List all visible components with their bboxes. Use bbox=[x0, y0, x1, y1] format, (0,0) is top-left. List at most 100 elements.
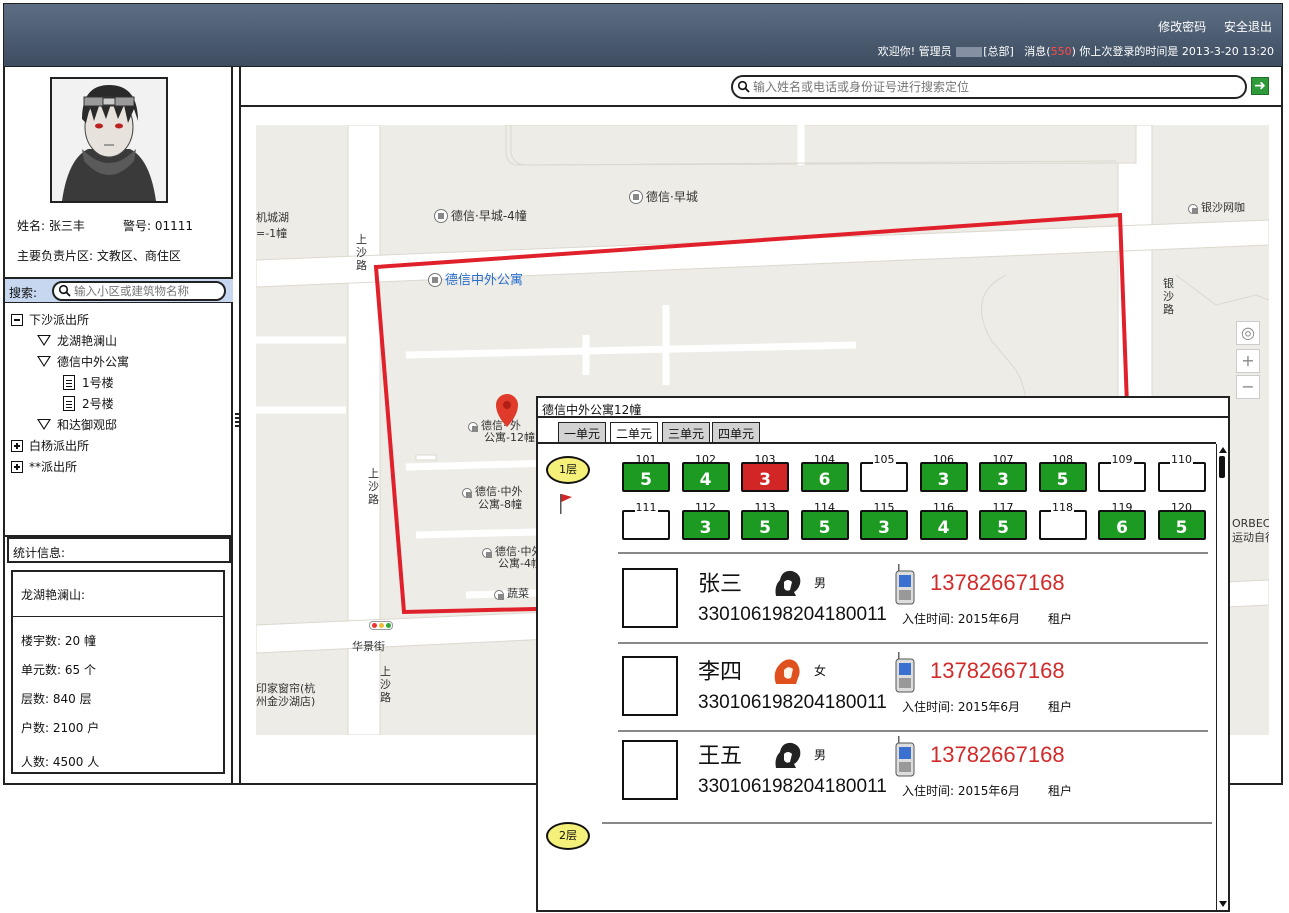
expand-icon[interactable] bbox=[11, 461, 23, 473]
resident-id-number: 330106198204180011 bbox=[698, 776, 887, 797]
resident-gender: 男 bbox=[814, 576, 827, 590]
room-cell[interactable]: 118 bbox=[1038, 501, 1087, 540]
resident-move-in: 入住时间: 2015年6月 bbox=[902, 612, 1021, 626]
tree-node-other-station[interactable]: **派出所 bbox=[11, 458, 77, 475]
expand-triangle-icon[interactable] bbox=[37, 335, 51, 346]
messages-link[interactable]: 消息(550) bbox=[1024, 45, 1076, 58]
room-cell[interactable]: 120 5 bbox=[1157, 502, 1206, 540]
map-poi[interactable]: 德信·早城 bbox=[629, 188, 698, 205]
room-cell[interactable]: 104 6 bbox=[800, 454, 849, 492]
locate-me-button[interactable]: ◎ bbox=[1236, 321, 1260, 345]
map-poi-highlight[interactable]: 德信中外公寓 bbox=[428, 269, 523, 288]
global-search-box[interactable] bbox=[731, 75, 1247, 99]
room-number: 101 bbox=[635, 453, 657, 466]
popup-scrollbar[interactable] bbox=[1216, 444, 1228, 910]
tree-node-baiyang-station[interactable]: 白杨派出所 bbox=[11, 437, 89, 454]
floor-1-badge[interactable]: 1层 bbox=[546, 456, 590, 484]
room-cell[interactable]: 117 5 bbox=[979, 502, 1027, 540]
map-poi[interactable]: 银沙网咖 bbox=[1188, 199, 1245, 215]
map-poi[interactable]: 蔬菜 bbox=[494, 585, 529, 601]
tree-node-building-1[interactable]: 1号楼 bbox=[63, 374, 114, 391]
resident-phone[interactable]: 13782667168 bbox=[930, 742, 1065, 768]
resident-phone[interactable]: 13782667168 bbox=[930, 658, 1065, 684]
tab-unit-1[interactable]: 一单元 bbox=[558, 422, 607, 442]
splitter-grip[interactable] bbox=[235, 413, 239, 429]
resident-row[interactable]: 李四 女 13782667168 330106198204180011 入住时间: 20… bbox=[618, 652, 1208, 738]
room-number: 107 bbox=[992, 453, 1014, 466]
room-number: 118 bbox=[1051, 501, 1074, 514]
resident-photo[interactable] bbox=[622, 568, 678, 628]
zoom-out-button[interactable]: − bbox=[1236, 375, 1260, 399]
tab-unit-2[interactable]: 二单元 bbox=[610, 422, 659, 444]
collapse-icon[interactable] bbox=[11, 314, 23, 326]
officer-area: 主要负责片区: 文教区、商住区 bbox=[17, 249, 181, 263]
mobile-phone-icon[interactable] bbox=[892, 652, 918, 694]
map-label: 运动自行 bbox=[1232, 531, 1269, 544]
room-cell[interactable]: 101 5 bbox=[622, 454, 670, 492]
room-occupant-count: 5 bbox=[997, 518, 1009, 538]
room-cell[interactable]: 105 bbox=[860, 453, 908, 492]
tab-unit-4[interactable]: 四单元 bbox=[712, 422, 761, 442]
tree-node-dexin[interactable]: 德信中外公寓 bbox=[37, 353, 129, 370]
expand-triangle-icon[interactable] bbox=[37, 356, 51, 367]
room-cell[interactable]: 113 5 bbox=[741, 502, 789, 540]
resident-photo[interactable] bbox=[622, 740, 678, 800]
resident-phone[interactable]: 13782667168 bbox=[930, 570, 1065, 596]
sidebar-search-box[interactable] bbox=[52, 281, 226, 301]
global-search-input[interactable] bbox=[753, 80, 1233, 94]
scroll-up-icon[interactable] bbox=[1219, 447, 1227, 453]
room-number: 113 bbox=[754, 501, 776, 514]
room-cell[interactable]: 106 3 bbox=[919, 454, 968, 492]
map-poi[interactable]: 德信·早城-4幢 bbox=[434, 207, 527, 224]
scroll-down-icon[interactable] bbox=[1219, 901, 1227, 907]
mobile-phone-icon[interactable] bbox=[892, 736, 918, 778]
room-number: 109 bbox=[1110, 453, 1134, 466]
room-cell[interactable]: 119 6 bbox=[1098, 502, 1146, 540]
zoom-in-button[interactable]: + bbox=[1236, 349, 1260, 373]
room-cell[interactable]: 102 4 bbox=[681, 454, 730, 492]
room-number: 120 bbox=[1171, 501, 1192, 514]
flag-icon[interactable] bbox=[558, 492, 574, 516]
road-label: 上沙路 bbox=[356, 233, 367, 272]
room-cell[interactable]: 112 3 bbox=[681, 502, 730, 540]
minus-icon: − bbox=[1241, 377, 1255, 396]
room-cell[interactable]: 103 3 bbox=[741, 454, 789, 492]
arrow-right-icon: ➜ bbox=[1254, 78, 1266, 94]
expand-icon[interactable] bbox=[11, 440, 23, 452]
tab-underline bbox=[538, 442, 1216, 444]
tree-node-heda[interactable]: 和达御观邸 bbox=[37, 416, 117, 433]
room-cell[interactable]: 108 5 bbox=[1038, 454, 1087, 492]
room-cell[interactable]: 111 bbox=[622, 501, 670, 540]
room-cell[interactable]: 110 bbox=[1157, 453, 1206, 492]
room-cell[interactable]: 107 3 bbox=[979, 454, 1027, 492]
floor-2-badge[interactable]: 2层 bbox=[546, 822, 590, 850]
road-label: 华景街 bbox=[352, 640, 385, 653]
tree-node-building-2[interactable]: 2号楼 bbox=[63, 395, 114, 412]
search-go-button[interactable]: ➜ bbox=[1251, 77, 1269, 95]
splitter[interactable] bbox=[235, 67, 241, 783]
room-cell[interactable]: 116 4 bbox=[919, 502, 968, 540]
change-password-link[interactable]: 修改密码 bbox=[1158, 20, 1206, 34]
search-icon bbox=[737, 80, 750, 93]
stats-panel: 龙湖艳澜山: 楼宇数: 20 幢 单元数: 65 个 层数: 840 层 户数:… bbox=[11, 570, 225, 774]
room-cell[interactable]: 114 5 bbox=[800, 502, 849, 540]
resident-row[interactable]: 王五 男 13782667168 330106198204180011 入住时间: 20… bbox=[618, 736, 1208, 822]
sidebar-search-input[interactable] bbox=[74, 284, 222, 298]
room-cell[interactable]: 115 3 bbox=[860, 502, 908, 540]
scroll-thumb[interactable] bbox=[1219, 456, 1225, 478]
resident-row[interactable]: 张三 男 13782667168 330106198204180011 入住时间: 20… bbox=[618, 564, 1208, 650]
tab-unit-3[interactable]: 三单元 bbox=[662, 422, 711, 442]
resident-id-number: 330106198204180011 bbox=[698, 692, 887, 713]
tree-node-longhu[interactable]: 龙湖艳澜山 bbox=[37, 332, 117, 349]
tree-node-xiasha-station[interactable]: 下沙派出所 bbox=[11, 311, 89, 328]
room-number: 115 bbox=[873, 501, 895, 514]
mobile-phone-icon[interactable] bbox=[892, 564, 918, 606]
expand-triangle-icon[interactable] bbox=[37, 419, 51, 430]
main-toolbar: ➜ bbox=[241, 67, 1283, 107]
room-number: 102 bbox=[695, 453, 716, 466]
building-poi-icon bbox=[468, 422, 478, 432]
room-cell[interactable]: 109 bbox=[1098, 453, 1146, 492]
resident-photo[interactable] bbox=[622, 656, 678, 716]
officer-avatar bbox=[50, 77, 168, 203]
logout-link[interactable]: 安全退出 bbox=[1224, 20, 1272, 34]
